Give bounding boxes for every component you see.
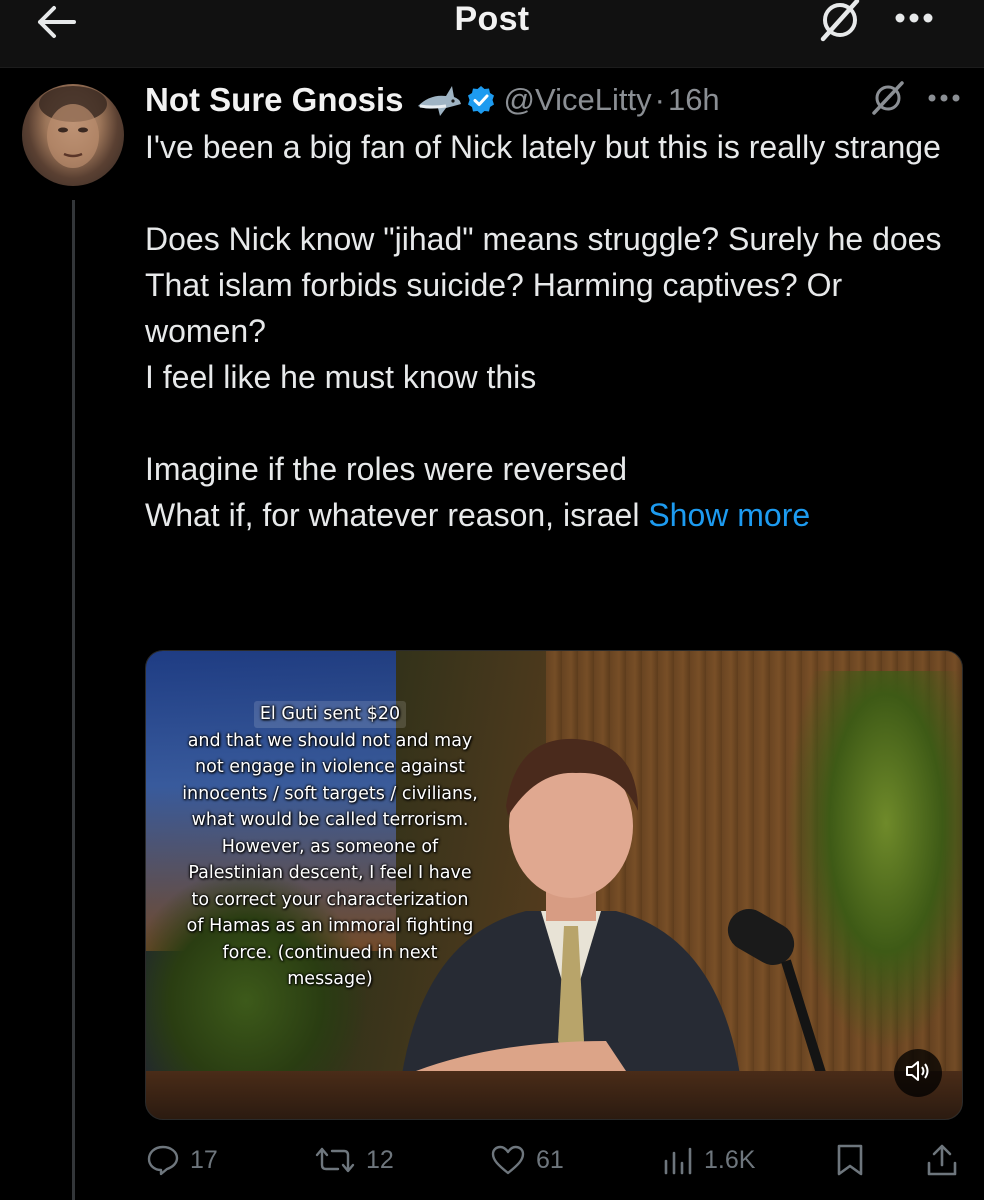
caption-line: not engage in violence against (195, 757, 465, 777)
grok-icon (817, 0, 863, 47)
caption-line: However, as someone of (221, 836, 439, 857)
grok-button[interactable] (814, 0, 866, 44)
caption-line: Palestinian descent, I feel I have (188, 863, 472, 883)
reply-icon (146, 1144, 180, 1176)
volume-icon (904, 1059, 932, 1088)
post-header: Not Sure Gnosis @ViceLitty · 16h (145, 78, 965, 122)
donation-caption: El Guti sent $20 and that we should not … (160, 701, 500, 993)
verified-badge-icon (466, 85, 496, 115)
shark-emoji-icon (416, 80, 462, 120)
caption-line: of Hamas as an immoral fighting (186, 916, 474, 936)
author-handle[interactable]: @ViceLitty (504, 82, 652, 118)
author-display-name[interactable]: Not Sure Gnosis (145, 81, 404, 119)
grok-post-button[interactable] (868, 80, 908, 120)
share-button[interactable] (926, 1138, 958, 1182)
caption-line: message) (287, 969, 373, 989)
heart-icon (490, 1144, 526, 1176)
reply-count: 17 (190, 1145, 218, 1174)
views-icon (662, 1145, 694, 1175)
caption-line: innocents / soft targets / civilians, (182, 783, 478, 804)
thread-line (72, 200, 75, 1200)
views-button[interactable]: 1.6K (662, 1138, 755, 1182)
bookmark-icon (834, 1143, 866, 1177)
post-line-last: What if, for whatever reason, israel Sho… (145, 492, 955, 538)
show-more-link[interactable]: Show more (648, 497, 810, 533)
post-line: Does Nick know "jihad" means struggle? S… (145, 221, 942, 257)
repost-count: 12 (366, 1145, 394, 1174)
top-bar: Post (0, 0, 984, 68)
post-line: I've been a big fan of Nick lately but t… (145, 129, 941, 165)
post-text: I've been a big fan of Nick lately but t… (145, 124, 955, 538)
more-horizontal-icon (927, 90, 961, 108)
separator-dot: · (654, 82, 665, 117)
share-icon (926, 1143, 958, 1177)
post-line: I feel like he must know this (145, 359, 537, 395)
views-count: 1.6K (704, 1145, 756, 1174)
caption-line: force. (continued in next (222, 942, 438, 963)
post-more-button[interactable] (924, 84, 964, 114)
post-line: Imagine if the roles were reversed (145, 451, 627, 487)
post-line-last-text: What if, for whatever reason, israel (145, 497, 640, 533)
caption-line: to correct your characterization (191, 889, 469, 910)
grok-icon (869, 80, 907, 121)
bookmark-button[interactable] (834, 1138, 866, 1182)
desk (146, 1071, 962, 1119)
more-options-button[interactable] (888, 0, 940, 40)
caption-line: and that we should not and may (187, 730, 473, 751)
volume-button[interactable] (894, 1049, 942, 1097)
repost-icon (314, 1145, 356, 1175)
caption-donor: El Guti sent $20 (253, 701, 407, 728)
reply-button[interactable]: 17 (146, 1138, 218, 1182)
more-horizontal-icon (892, 11, 936, 29)
post-time[interactable]: 16h (668, 82, 720, 118)
avatar[interactable] (22, 84, 124, 186)
like-button[interactable]: 61 (490, 1138, 564, 1182)
post-line: That islam forbids suicide? Harming capt… (145, 267, 843, 349)
caption-line: what would be called terrorism. (191, 810, 469, 830)
repost-button[interactable]: 12 (314, 1138, 394, 1182)
like-count: 61 (536, 1145, 564, 1174)
video-media[interactable]: El Guti sent $20 and that we should not … (145, 650, 963, 1120)
